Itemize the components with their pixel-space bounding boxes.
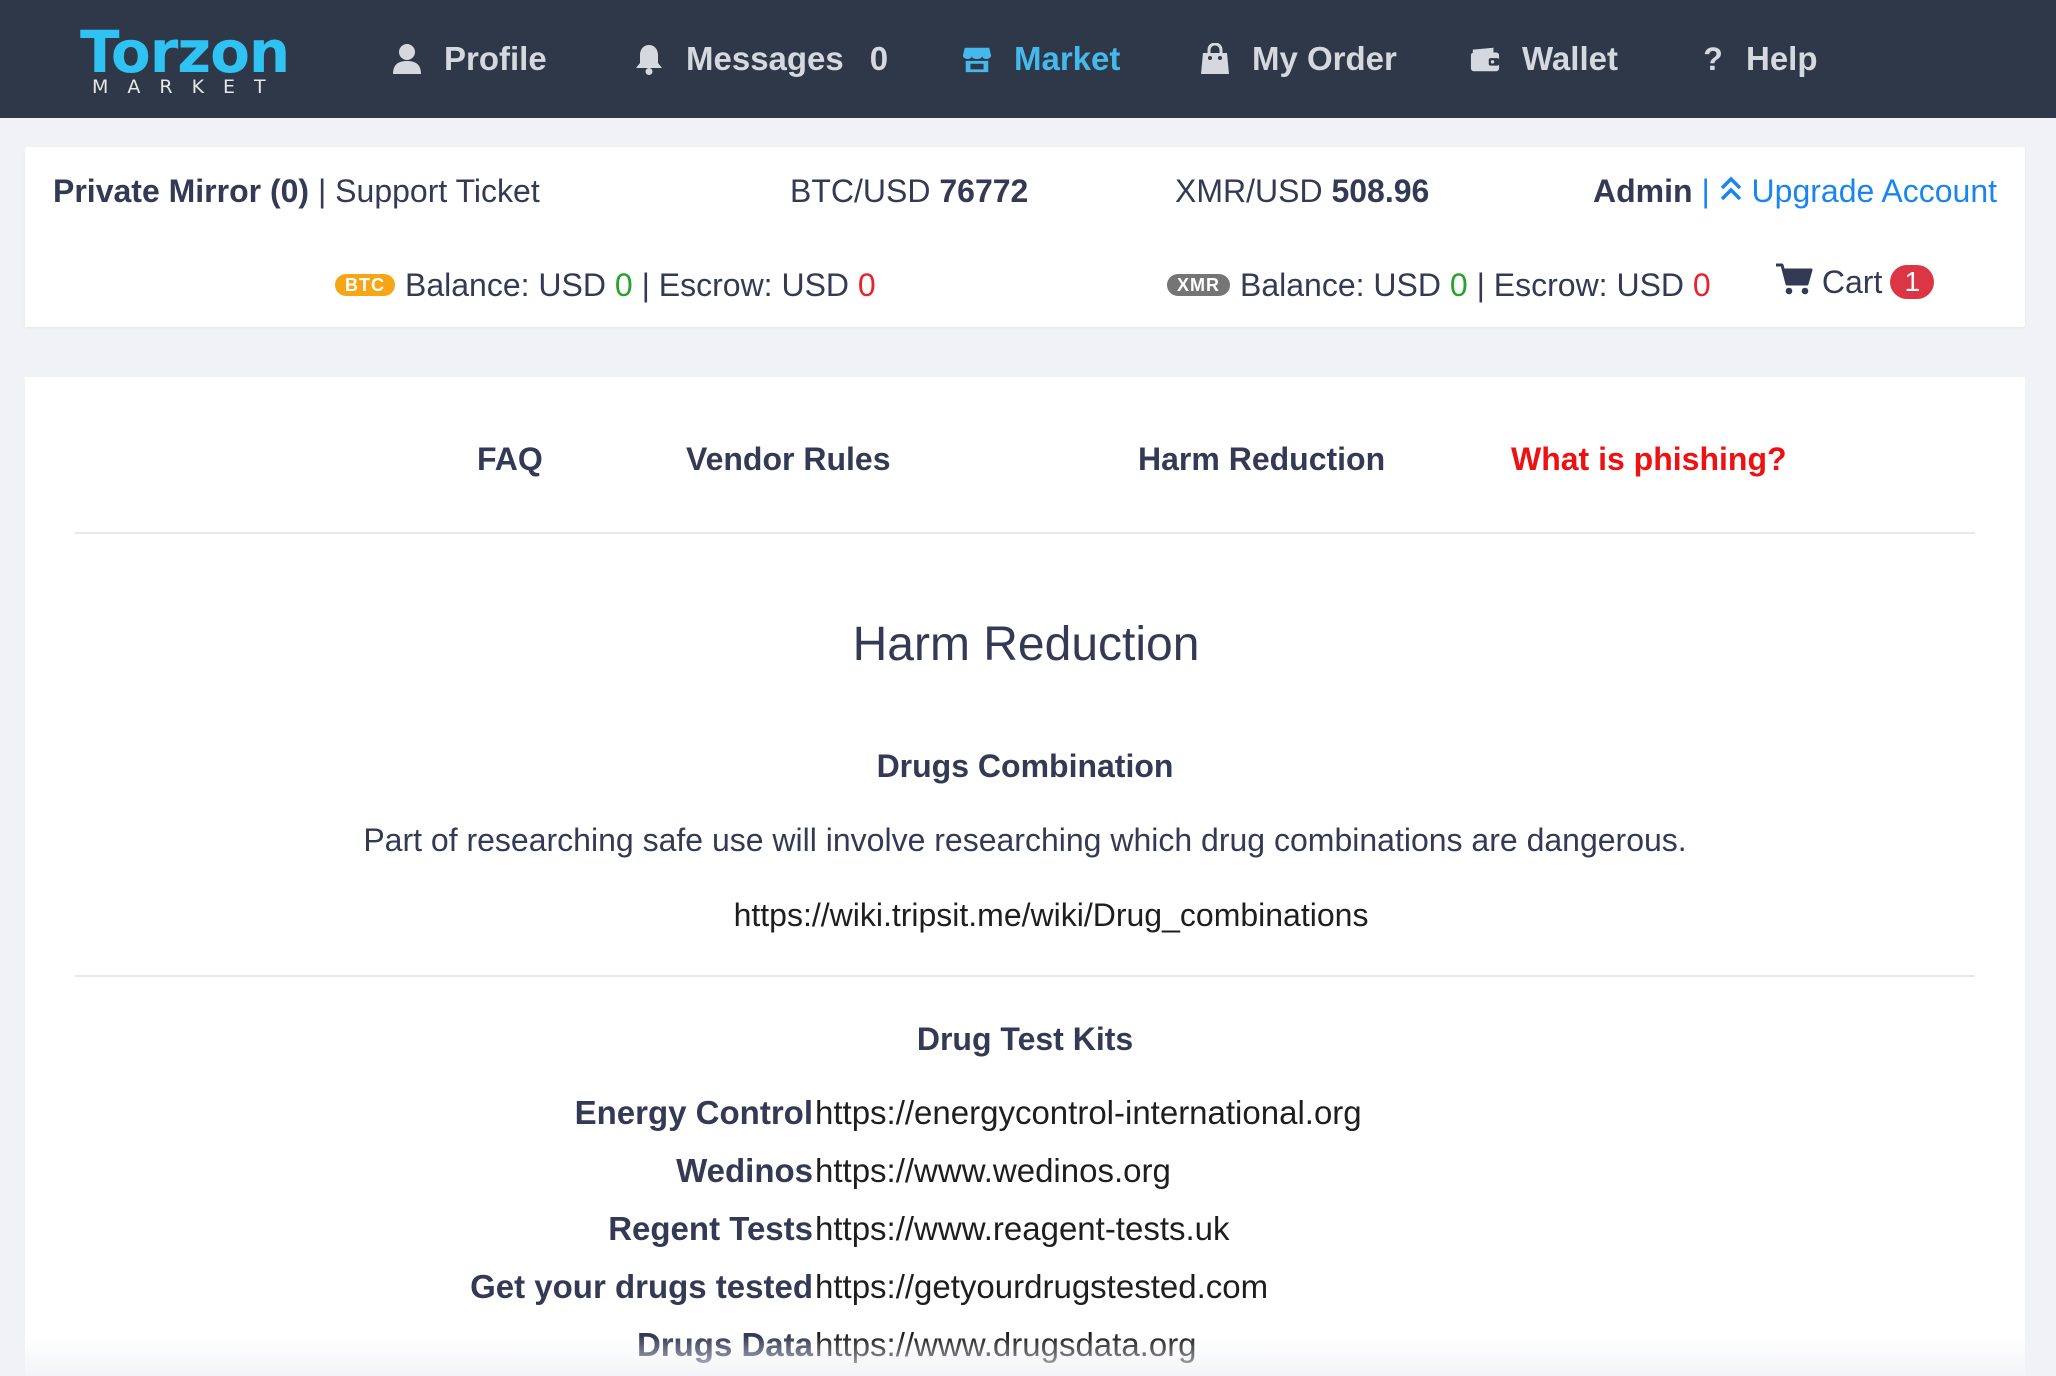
test-kit-row: Regent Tests https://www.reagent-tests.u…	[25, 1207, 2025, 1251]
nav-messages[interactable]: Messages 0	[634, 30, 888, 88]
nav-market[interactable]: Market	[962, 30, 1120, 88]
nav-profile-label: Profile	[444, 40, 547, 77]
test-kits-heading: Drug Test Kits	[916, 1021, 1134, 1057]
nav-help[interactable]: ? Help	[1702, 30, 1818, 88]
xmr-rate-value: 508.96	[1331, 173, 1430, 209]
test-kit-row: Energy Control https://energycontrol-int…	[25, 1091, 2025, 1135]
nav-my-order[interactable]: My Order	[1200, 30, 1397, 88]
wallet-icon	[1470, 47, 1500, 72]
shopping-bag-icon	[1201, 43, 1229, 74]
tab-faq[interactable]: FAQ	[477, 439, 543, 479]
xmr-escrow-value: 0	[1692, 267, 1711, 303]
upgrade-account-label: Upgrade Account	[1751, 173, 1998, 209]
btc-rate: BTC/USD 76772	[790, 171, 1028, 211]
nav-messages-label: Messages	[686, 40, 844, 77]
cart-button[interactable]: Cart 1	[1775, 262, 1935, 302]
tab-harm-reduction[interactable]: Harm Reduction	[1138, 439, 1385, 479]
nav-wallet-label: Wallet	[1522, 40, 1618, 77]
xmr-balance-value: 0	[1449, 267, 1468, 303]
xmr-balance-label: Balance: USD	[1240, 267, 1441, 303]
nav-help-label: Help	[1746, 40, 1818, 77]
cart-count-badge: 1	[1890, 265, 1935, 299]
combination-text: Part of researching safe use will involv…	[363, 822, 1687, 858]
messages-count: 0	[869, 40, 889, 77]
section-divider	[75, 532, 1975, 534]
test-kit-row: Get your drugs tested https://getyourdru…	[25, 1265, 2025, 1309]
separator: |	[1701, 173, 1710, 209]
tab-what-is-phishing[interactable]: What is phishing?	[1511, 439, 1787, 479]
support-ticket-link[interactable]: Support Ticket	[335, 173, 540, 209]
test-kit-url[interactable]: https://energycontrol-international.org	[815, 1091, 1362, 1135]
test-kit-url[interactable]: https://www.reagent-tests.uk	[815, 1207, 1230, 1251]
xmr-escrow-label: | Escrow: USD	[1476, 267, 1685, 303]
cart-label: Cart	[1821, 264, 1883, 300]
combination-url[interactable]: https://wiki.tripsit.me/wiki/Drug_combin…	[51, 895, 2051, 935]
question-mark-icon: ?	[1703, 40, 1723, 77]
double-chevron-up-icon	[1720, 176, 1741, 201]
section-divider	[75, 975, 1975, 977]
test-kit-name: Get your drugs tested	[470, 1268, 813, 1305]
logo-subtitle: MARKET	[92, 76, 285, 98]
bottom-fade	[0, 1336, 2056, 1376]
btc-escrow-value: 0	[857, 267, 876, 303]
bell-icon	[636, 45, 662, 75]
xmr-rate-label: XMR/USD	[1175, 173, 1323, 209]
tab-vendor-rules[interactable]: Vendor Rules	[686, 439, 891, 479]
private-mirror-link[interactable]: Private Mirror (0)	[53, 173, 309, 209]
mirror-support-line: Private Mirror (0) | Support Ticket	[53, 171, 540, 211]
store-icon	[962, 47, 992, 73]
btc-escrow-label: | Escrow: USD	[641, 267, 850, 303]
account-bar: Private Mirror (0) | Support Ticket BTC/…	[25, 147, 2025, 327]
btc-rate-label: BTC/USD	[790, 173, 931, 209]
top-navbar: Torzon MARKET Profile Messages 0 Market	[0, 0, 2056, 118]
btc-balance-label: Balance: USD	[405, 267, 606, 303]
admin-upgrade-line: Admin | Upgrade Account	[1593, 171, 1997, 211]
combination-heading: Drugs Combination	[876, 748, 1174, 784]
admin-label[interactable]: Admin	[1593, 173, 1693, 209]
logo-wordmark: Torzon	[80, 18, 290, 86]
nav-market-label: Market	[1014, 40, 1121, 77]
btc-balance-line: BTC Balance: USD 0 | Escrow: USD 0	[335, 265, 876, 305]
page-title: Harm Reduction	[852, 618, 1200, 671]
xmr-badge: XMR	[1167, 274, 1230, 296]
shopping-cart-icon	[1776, 263, 1813, 295]
nav-my-order-label: My Order	[1252, 40, 1397, 77]
test-kit-name: Regent Tests	[608, 1210, 813, 1247]
xmr-balance-line: XMR Balance: USD 0 | Escrow: USD 0	[1167, 265, 1711, 305]
main-content-card: FAQ Vendor Rules Harm Reduction What is …	[25, 377, 2025, 1376]
torzon-logo[interactable]: Torzon MARKET	[80, 22, 300, 100]
upgrade-account-link[interactable]: Upgrade Account	[1719, 173, 1997, 209]
nav-profile[interactable]: Profile	[392, 30, 547, 88]
test-kit-row: Wedinos https://www.wedinos.org	[25, 1149, 2025, 1193]
nav-wallet[interactable]: Wallet	[1470, 30, 1618, 88]
test-kit-name: Energy Control	[574, 1094, 813, 1131]
btc-balance-value: 0	[614, 267, 633, 303]
test-kit-name: Wedinos	[676, 1152, 813, 1189]
test-kit-url[interactable]: https://getyourdrugstested.com	[815, 1265, 1268, 1309]
xmr-rate: XMR/USD 508.96	[1175, 171, 1429, 211]
separator: |	[317, 173, 327, 209]
btc-badge: BTC	[335, 274, 395, 296]
btc-rate-value: 76772	[939, 173, 1029, 209]
user-icon	[393, 44, 421, 74]
test-kit-url[interactable]: https://www.wedinos.org	[815, 1149, 1171, 1193]
